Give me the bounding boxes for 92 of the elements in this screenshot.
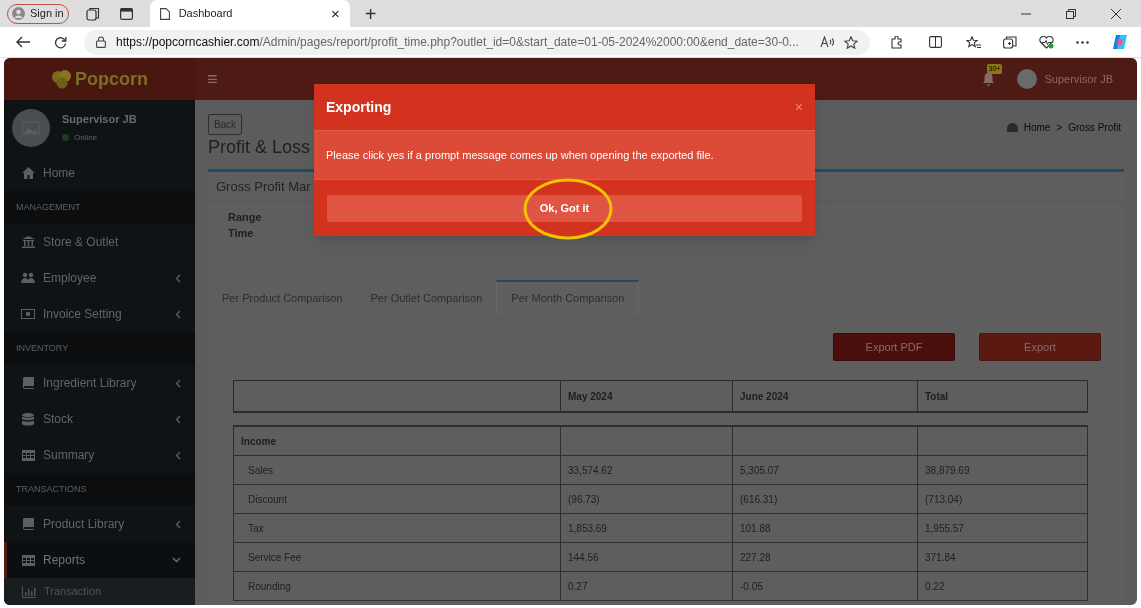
book-icon: [22, 518, 34, 530]
user-status: Online: [74, 131, 98, 144]
table-cell-text: Discount: [247, 492, 288, 507]
page-icon: [159, 7, 170, 20]
table-cell: 371.84: [917, 543, 1087, 571]
table-cell-text: Rounding: [247, 579, 292, 594]
sidebar-user-name: Supervisor JB: [62, 112, 137, 128]
tab-title: Dashboard: [178, 6, 234, 22]
popcorn-logo-icon: [51, 69, 73, 89]
back-arrow-icon[interactable]: [16, 36, 30, 48]
table-cell: 1,853.69: [560, 514, 732, 542]
users-icon: [21, 272, 35, 284]
navbar-user-name[interactable]: Supervisor JB: [1044, 70, 1113, 88]
collections-icon[interactable]: [1003, 35, 1017, 49]
dialog-message: Please click yes if a prompt message comes up when opening the exported file.: [326, 147, 714, 163]
table-cell: -0.05: [732, 572, 917, 600]
table-cell-text: Tax: [247, 521, 265, 536]
avatar-icon[interactable]: [1016, 69, 1037, 89]
chevron-down-icon: [172, 557, 181, 563]
read-aloud-icon[interactable]: [820, 36, 834, 48]
table-cell-text: Service Fee: [247, 550, 303, 565]
split-screen-icon[interactable]: [929, 36, 942, 48]
chevron-left-icon: [175, 414, 181, 424]
logo-text: Popcorn: [75, 67, 148, 91]
browser-tab[interactable]: Dashboard ×: [149, 0, 350, 27]
table-cell: (713.04): [917, 485, 1087, 513]
table-cell: 5,305.07: [732, 456, 917, 484]
lock-icon: [96, 36, 106, 48]
table-cell: 38,879.69: [917, 456, 1087, 484]
chevron-left-icon: [175, 378, 181, 388]
column-header: May 2024: [560, 381, 732, 411]
dialog-close-button[interactable]: ×: [794, 100, 803, 114]
home-icon: [21, 167, 35, 179]
dialog-title: Exporting: [326, 97, 393, 117]
book-icon: [22, 377, 34, 389]
tab-close-button[interactable]: ×: [330, 6, 340, 21]
favorites-icon[interactable]: [966, 35, 981, 49]
url-text: https://popcorncashier.com/Admin/pages/report/profit_time.php?outlet_id=0&start_date=01-05-2024%2000:00&end_date=30-0...: [116, 34, 800, 51]
sidebar-section-header: MANAGEMENT: [4, 191, 195, 224]
chevron-left-icon: [175, 309, 181, 319]
table-cell-text: Sales: [247, 463, 274, 478]
breadcrumb-link[interactable]: Home: [1023, 120, 1051, 135]
table-cell: 0.22: [917, 572, 1087, 600]
chevron-left-icon: [175, 450, 181, 460]
menu-toggle-button[interactable]: ≡: [207, 70, 218, 88]
collections-icon[interactable]: [85, 6, 100, 21]
sidebar-section-header: TRANSACTIONS: [4, 473, 195, 506]
table-icon: [21, 449, 35, 461]
refresh-icon[interactable]: [54, 35, 67, 49]
banknote-icon: [21, 309, 35, 319]
table-icon: [21, 554, 35, 566]
table-cell: 1,955.57: [917, 514, 1087, 542]
star-icon[interactable]: [844, 35, 858, 49]
sidebar-section-header: INVENTORY: [4, 332, 195, 365]
tab-view-icon[interactable]: [119, 7, 133, 20]
address-bar[interactable]: https://popcorncashier.com/Admin/pages/report/profit_time.php?outlet_id=0&start_date=01-05-2024%2000:00&end_date=30-0...: [84, 29, 870, 55]
section-cell-text: Income: [240, 434, 277, 449]
range-time-label: Range Time: [228, 210, 263, 241]
export-button[interactable]: Export: [979, 333, 1101, 361]
table-cell: 0.27: [560, 572, 732, 600]
bank-icon: [21, 236, 35, 248]
table-cell: 144.56: [560, 543, 732, 571]
breadcrumb-separator: >: [1056, 121, 1063, 135]
close-icon[interactable]: [1111, 8, 1121, 19]
database-icon: [22, 412, 34, 426]
sidebar-item[interactable]: Reports: [4, 542, 195, 578]
new-tab-button[interactable]: +: [364, 3, 377, 24]
profile-icon: [12, 7, 25, 20]
copilot-icon[interactable]: [1111, 33, 1129, 51]
column-header: June 2024: [732, 381, 917, 411]
chevron-left-icon: [175, 519, 181, 529]
more-icon[interactable]: [1076, 40, 1089, 44]
table-cell: (616.31): [732, 485, 917, 513]
table-cell: (96.73): [560, 485, 732, 513]
table-cell: 33,574.62: [560, 456, 732, 484]
column-header: Total: [917, 381, 1087, 411]
bell-icon[interactable]: [981, 72, 995, 86]
heart-pulse-icon[interactable]: [1039, 35, 1054, 49]
bar-chart-icon: [22, 585, 36, 598]
avatar-icon: [12, 108, 50, 147]
dashboard-icon: [1006, 123, 1018, 132]
breadcrumb-current: Gross Profit: [1068, 121, 1121, 135]
extensions-icon[interactable]: [890, 35, 903, 49]
restore-icon[interactable]: [1066, 8, 1076, 19]
page-title: Profit & Loss: [208, 136, 311, 159]
table-cell: 101.88: [732, 514, 917, 542]
chevron-left-icon: [175, 273, 181, 283]
ok-button[interactable]: Ok, Got it: [327, 194, 802, 222]
table-cell: 227.28: [732, 543, 917, 571]
export-pdf-button[interactable]: Export PDF: [833, 333, 955, 361]
online-status-icon: [62, 134, 69, 142]
panel-title: Gross Profit Mar: [216, 177, 311, 196]
